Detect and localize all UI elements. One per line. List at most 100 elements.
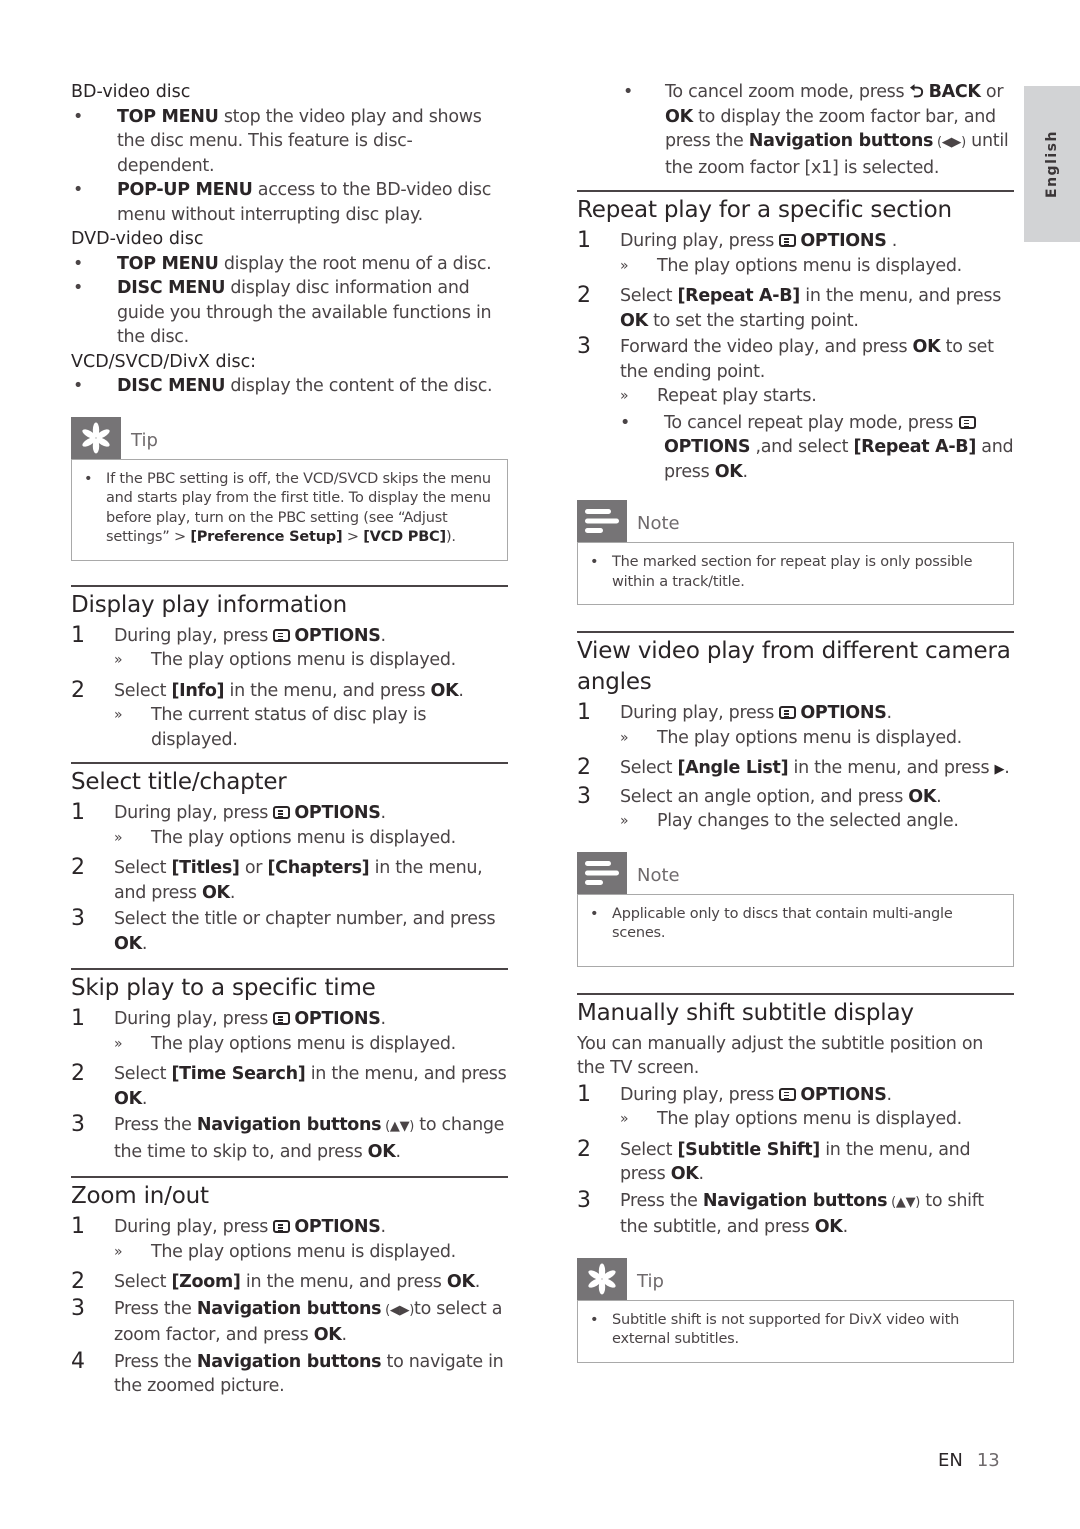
section-title: Select title/chapter — [71, 769, 287, 795]
key-label: BACK — [928, 82, 981, 102]
note-lines-icon — [577, 851, 627, 894]
punct: . — [141, 1088, 148, 1109]
tip-box: • If the PBC setting is off, the VCD/SVCD… — [71, 458, 508, 561]
list-item: • POP-UP MENU access to the BD-video disc… — [73, 180, 492, 225]
result-text: The play options menu is displayed. — [657, 727, 962, 748]
section-title: Manually shift subtitle display — [577, 999, 914, 1026]
footer-lang: EN — [938, 1450, 963, 1471]
key-label: [Angle List] — [677, 758, 789, 778]
item-text: or — [980, 82, 1004, 102]
key-label: TOP MENU — [117, 106, 219, 127]
options-icon — [779, 234, 797, 247]
punct: . — [341, 1325, 348, 1345]
step: 1 During play, press OPTIONS. — [577, 700, 892, 725]
language-tab: English — [1024, 86, 1080, 242]
step-text: Forward the video play, and press — [620, 337, 913, 357]
step-text: in the menu, and press — [240, 1272, 447, 1292]
step-text: Select — [620, 1139, 678, 1160]
key-label: [Subtitle Shift] — [677, 1139, 820, 1160]
key-label: OK — [665, 106, 693, 127]
punct: . — [380, 1217, 387, 1237]
left-right-arrows-icon: (◀▶) — [381, 1302, 415, 1318]
step-text: Select — [114, 680, 172, 701]
section-title: Repeat play for a specific section — [577, 197, 952, 223]
page-number: 13 — [976, 1450, 1000, 1471]
step: 2 Select [Zoom] in the menu, and press OK… — [71, 1269, 480, 1294]
key-label: OK — [620, 310, 648, 331]
section-skip-time: Skip play to a specific time 1 During pla… — [71, 968, 508, 1164]
options-icon — [779, 706, 797, 719]
bd-heading: BD-video disc — [71, 82, 191, 102]
section-camera-angles: View video play from different camera an… — [577, 631, 1014, 834]
step-text: in the menu, and press — [224, 680, 431, 701]
key-label: OPTIONS — [294, 803, 381, 823]
result-text: The play options menu is displayed. — [657, 1109, 962, 1129]
step: 1 During play, press OPTIONS. — [71, 800, 387, 825]
list-item: • To cancel zoom mode, press ⮌ BACK or OK… — [623, 82, 1009, 178]
key-label: OK — [714, 461, 743, 482]
step-result: » Repeat play starts. — [577, 384, 1014, 409]
key-label: OPTIONS — [664, 437, 751, 457]
key-label: [Titles] — [171, 858, 240, 878]
step: 3 Select an angle option, and press OK. — [577, 783, 942, 809]
key-label: OK — [114, 1088, 142, 1109]
result-text: The play options menu is displayed. — [657, 255, 962, 276]
step: 2 Select [Time Search] in the menu, and p… — [71, 1061, 507, 1109]
key-label: OK — [446, 1272, 475, 1292]
right-arrow-icon: ▶ — [994, 762, 1005, 777]
back-icon: ⮌ — [909, 82, 924, 102]
step: 3 Press the Navigation buttons (▲▼) to sh… — [577, 1187, 984, 1237]
step: 1 During play, press OPTIONS. — [71, 1214, 387, 1239]
note-text: Applicable only to discs that contain mu… — [612, 905, 953, 942]
step: 4 Press the Navigation buttons to navigat… — [71, 1348, 504, 1396]
step-text: During play, press — [114, 1217, 274, 1237]
key-label: Navigation buttons — [748, 131, 934, 151]
step-text: Press the — [114, 1351, 197, 1372]
step-text: Select an angle option, and press — [620, 786, 909, 807]
options-icon — [273, 1220, 291, 1233]
result-text: Repeat play starts. — [657, 386, 817, 406]
tip-title: Tip — [637, 1270, 664, 1292]
step: 2 Select [Info] in the menu, and press OK… — [71, 677, 464, 703]
note-lines-icon — [577, 500, 627, 542]
key-label: OK — [430, 680, 459, 701]
note-callout: Note • The marked section for repeat play… — [577, 500, 1014, 605]
list-item: • DISC MENU display the content of the di… — [73, 376, 493, 396]
result-text: The current status of disc play is displ… — [151, 705, 427, 750]
step: 3 Press the Navigation buttons (◀▶)to sel… — [71, 1295, 503, 1345]
key-label: OPTIONS — [800, 1084, 887, 1105]
punct: . — [395, 1141, 402, 1162]
tip-callout: Tip • If the PBC setting is off, the VCD/… — [71, 416, 508, 561]
step-text: Select — [114, 858, 172, 878]
key-label: [Time Search] — [171, 1064, 306, 1084]
step-text: During play, press — [620, 1084, 780, 1105]
key-label: OPTIONS — [294, 625, 381, 646]
key-label: [Repeat A-B] — [677, 286, 801, 306]
key-label: Navigation buttons — [196, 1115, 382, 1135]
key-label: OK — [313, 1325, 342, 1345]
note-box: • The marked section for repeat play is o… — [577, 542, 1014, 605]
key-label: OPTIONS — [294, 1009, 381, 1029]
item-text: ,and select — [750, 437, 854, 457]
key-label: POP-UP MENU — [117, 180, 253, 200]
step-text: Select — [114, 1272, 172, 1292]
key-label: Navigation buttons — [196, 1298, 382, 1319]
options-icon — [273, 806, 291, 819]
dvd-heading: DVD-video disc — [71, 229, 204, 249]
key-label: OK — [908, 786, 937, 807]
item-text: To cancel repeat play mode, press — [664, 412, 959, 433]
punct: . — [936, 786, 942, 807]
result-text: The play options menu is displayed. — [151, 650, 456, 670]
vcd-heading: VCD/SVCD/DivX disc: — [71, 351, 257, 372]
section-select-title-chapter: Select title/chapter 1 During play, press… — [71, 762, 508, 956]
punct: . — [380, 803, 387, 823]
punct: . — [141, 933, 148, 954]
left-column: BD-video disc • TOP MENU stop the video p… — [71, 80, 508, 1399]
key-label: DISC MENU — [117, 278, 226, 298]
step-result: » The current status of disc play is disp… — [71, 703, 508, 752]
step-result: » The play options menu is displayed. — [577, 1107, 1014, 1132]
step-result: » The play options menu is displayed. — [71, 826, 508, 851]
punct: . — [742, 461, 749, 482]
key-label: Navigation buttons — [702, 1190, 888, 1211]
step-text: in the menu, and press — [788, 758, 995, 778]
